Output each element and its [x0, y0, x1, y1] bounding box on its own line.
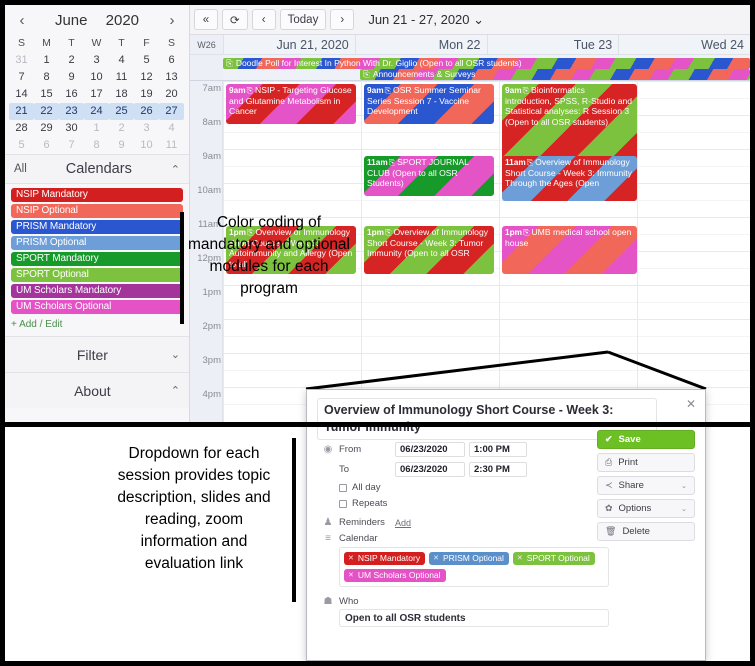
figure-frame-bottom	[0, 422, 755, 666]
figure-frame-top	[0, 0, 755, 427]
